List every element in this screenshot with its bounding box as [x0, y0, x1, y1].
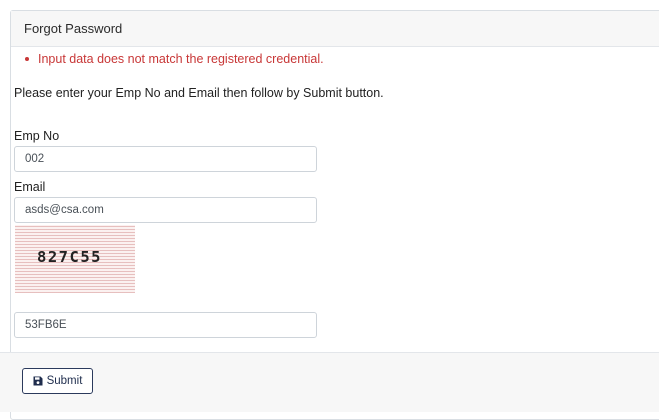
error-message: Input data does not match the registered…	[25, 52, 324, 66]
instructions-text: Please enter your Emp No and Email then …	[14, 86, 384, 100]
captcha-code: 827C55	[37, 248, 102, 266]
error-text: Input data does not match the registered…	[38, 52, 324, 66]
card-header: Forgot Password	[11, 11, 659, 47]
email-label: Email	[14, 180, 46, 194]
emp-no-label: Emp No	[14, 129, 60, 143]
submit-button[interactable]: Submit	[22, 368, 93, 394]
page-title: Forgot Password	[24, 21, 123, 36]
bullet-icon	[25, 57, 29, 61]
floppy-disk-icon	[33, 376, 43, 386]
emp-no-field[interactable]	[14, 146, 317, 172]
email-field[interactable]	[14, 197, 317, 223]
card-footer	[0, 352, 659, 412]
submit-label: Submit	[46, 375, 83, 387]
captcha-field[interactable]	[14, 312, 317, 338]
captcha-image: 827C55	[15, 225, 135, 293]
